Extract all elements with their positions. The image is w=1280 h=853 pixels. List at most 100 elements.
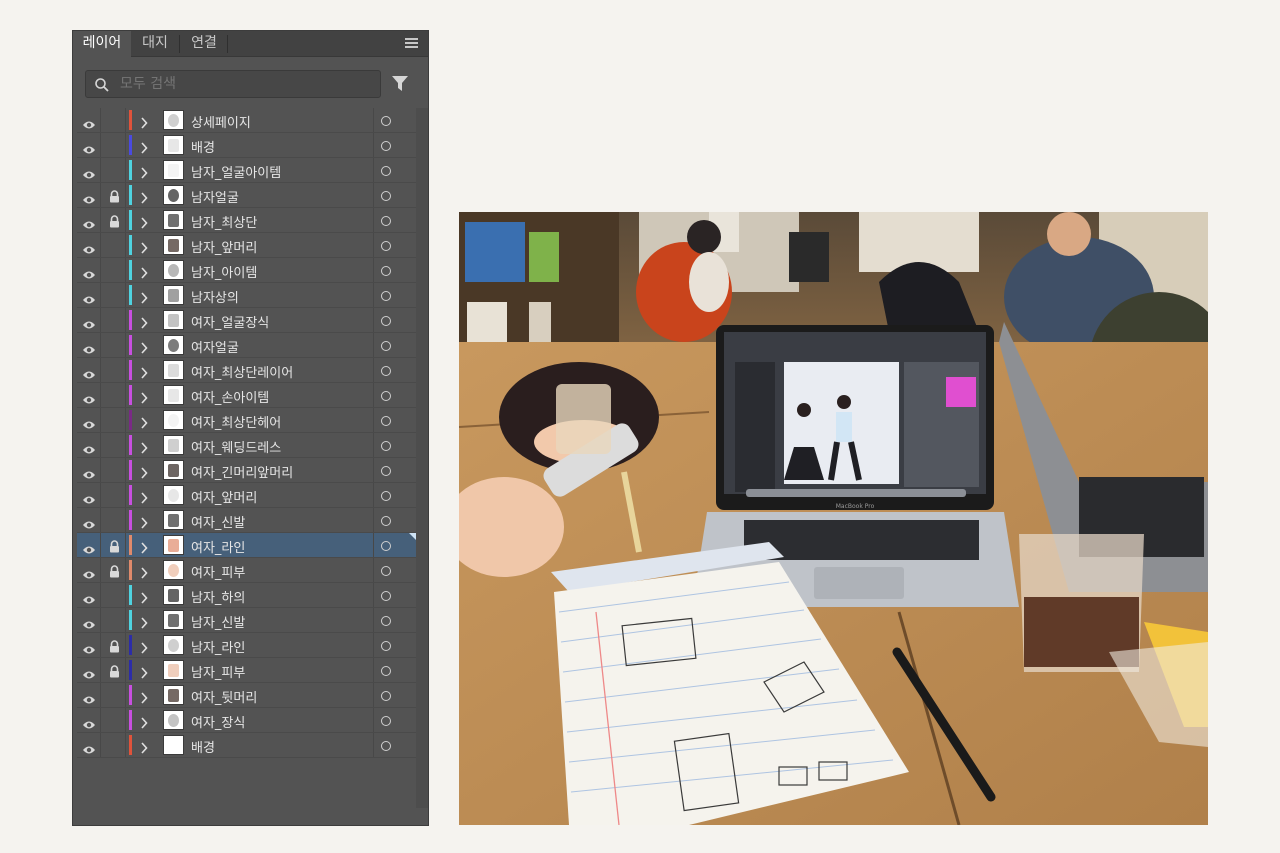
- layer-name[interactable]: 남자_최상단: [191, 212, 257, 231]
- layer-name[interactable]: 여자_장식: [191, 712, 245, 731]
- visibility-cell[interactable]: [77, 508, 101, 532]
- lock-cell[interactable]: [102, 133, 126, 157]
- chevron-right-icon[interactable]: [140, 289, 148, 308]
- target-circle-icon[interactable]: [381, 241, 391, 251]
- chevron-right-icon[interactable]: [140, 364, 148, 383]
- eye-icon[interactable]: [82, 140, 96, 159]
- visibility-cell[interactable]: [77, 133, 101, 157]
- visibility-cell[interactable]: [77, 658, 101, 682]
- lock-cell[interactable]: [102, 333, 126, 357]
- visibility-cell[interactable]: [77, 433, 101, 457]
- eye-icon[interactable]: [82, 265, 96, 284]
- layer-row[interactable]: 여자_피부: [77, 558, 416, 583]
- eye-icon[interactable]: [82, 715, 96, 734]
- visibility-cell[interactable]: [77, 558, 101, 582]
- visibility-cell[interactable]: [77, 358, 101, 382]
- visibility-cell[interactable]: [77, 258, 101, 282]
- layer-row[interactable]: 배경: [77, 133, 416, 158]
- layer-row[interactable]: 여자_긴머리앞머리: [77, 458, 416, 483]
- layer-name[interactable]: 여자_긴머리앞머리: [191, 462, 293, 481]
- layer-row[interactable]: 여자_최상단레이어: [77, 358, 416, 383]
- target-circle-icon[interactable]: [381, 391, 391, 401]
- target-circle-icon[interactable]: [381, 466, 391, 476]
- layer-row[interactable]: 여자_웨딩드레스: [77, 433, 416, 458]
- target-circle-icon[interactable]: [381, 416, 391, 426]
- chevron-right-icon[interactable]: [140, 264, 148, 283]
- target-circle-icon[interactable]: [381, 616, 391, 626]
- lock-cell[interactable]: [102, 183, 126, 207]
- layer-name[interactable]: 남자_앞머리: [191, 237, 257, 256]
- chevron-right-icon[interactable]: [140, 664, 148, 683]
- target-circle-icon[interactable]: [381, 666, 391, 676]
- layer-name[interactable]: 남자_얼굴아이템: [191, 162, 281, 181]
- eye-icon[interactable]: [82, 440, 96, 459]
- lock-icon[interactable]: [109, 638, 120, 657]
- chevron-right-icon[interactable]: [140, 239, 148, 258]
- search-input[interactable]: [120, 76, 360, 92]
- tab-links[interactable]: 연결: [180, 31, 228, 57]
- chevron-right-icon[interactable]: [140, 489, 148, 508]
- visibility-cell[interactable]: [77, 108, 101, 132]
- target-circle-icon[interactable]: [381, 516, 391, 526]
- layer-name[interactable]: 남자_신발: [191, 612, 245, 631]
- panel-menu-icon[interactable]: [405, 38, 418, 49]
- layer-row[interactable]: 남자_피부: [77, 658, 416, 683]
- chevron-right-icon[interactable]: [140, 539, 148, 558]
- layer-name[interactable]: 여자_최상단레이어: [191, 362, 293, 381]
- visibility-cell[interactable]: [77, 383, 101, 407]
- target-circle-icon[interactable]: [381, 116, 391, 126]
- layer-name[interactable]: 남자얼굴: [191, 187, 239, 206]
- target-circle-icon[interactable]: [381, 316, 391, 326]
- lock-cell[interactable]: [102, 383, 126, 407]
- target-circle-icon[interactable]: [381, 366, 391, 376]
- target-circle-icon[interactable]: [381, 216, 391, 226]
- visibility-cell[interactable]: [77, 483, 101, 507]
- visibility-cell[interactable]: [77, 308, 101, 332]
- lock-cell[interactable]: [102, 733, 126, 757]
- layer-row[interactable]: 여자얼굴: [77, 333, 416, 358]
- eye-icon[interactable]: [82, 290, 96, 309]
- eye-icon[interactable]: [82, 115, 96, 134]
- chevron-right-icon[interactable]: [140, 189, 148, 208]
- chevron-right-icon[interactable]: [140, 114, 148, 133]
- chevron-right-icon[interactable]: [140, 689, 148, 708]
- lock-icon[interactable]: [109, 663, 120, 682]
- visibility-cell[interactable]: [77, 733, 101, 757]
- layer-name[interactable]: 배경: [191, 137, 215, 156]
- layer-name[interactable]: 여자_앞머리: [191, 487, 257, 506]
- chevron-right-icon[interactable]: [140, 389, 148, 408]
- eye-icon[interactable]: [82, 315, 96, 334]
- eye-icon[interactable]: [82, 515, 96, 534]
- eye-icon[interactable]: [82, 665, 96, 684]
- target-circle-icon[interactable]: [381, 716, 391, 726]
- target-circle-icon[interactable]: [381, 641, 391, 651]
- layer-name[interactable]: 여자_신발: [191, 512, 245, 531]
- lock-cell[interactable]: [102, 233, 126, 257]
- layer-name[interactable]: 여자_라인: [191, 537, 245, 556]
- lock-cell[interactable]: [102, 683, 126, 707]
- layer-name[interactable]: 여자_피부: [191, 562, 245, 581]
- chevron-right-icon[interactable]: [140, 714, 148, 733]
- layer-row[interactable]: 여자_손아이템: [77, 383, 416, 408]
- visibility-cell[interactable]: [77, 683, 101, 707]
- layer-row[interactable]: 남자_아이템: [77, 258, 416, 283]
- target-circle-icon[interactable]: [381, 341, 391, 351]
- lock-cell[interactable]: [102, 558, 126, 582]
- scrollbar[interactable]: [416, 108, 428, 808]
- lock-cell[interactable]: [102, 283, 126, 307]
- eye-icon[interactable]: [82, 365, 96, 384]
- lock-icon[interactable]: [109, 563, 120, 582]
- eye-icon[interactable]: [82, 640, 96, 659]
- layer-row[interactable]: 남자얼굴: [77, 183, 416, 208]
- lock-cell[interactable]: [102, 208, 126, 232]
- visibility-cell[interactable]: [77, 408, 101, 432]
- chevron-right-icon[interactable]: [140, 139, 148, 158]
- visibility-cell[interactable]: [77, 708, 101, 732]
- layer-row[interactable]: 배경: [77, 733, 416, 758]
- lock-cell[interactable]: [102, 308, 126, 332]
- eye-icon[interactable]: [82, 590, 96, 609]
- eye-icon[interactable]: [82, 465, 96, 484]
- eye-icon[interactable]: [82, 565, 96, 584]
- target-circle-icon[interactable]: [381, 491, 391, 501]
- visibility-cell[interactable]: [77, 158, 101, 182]
